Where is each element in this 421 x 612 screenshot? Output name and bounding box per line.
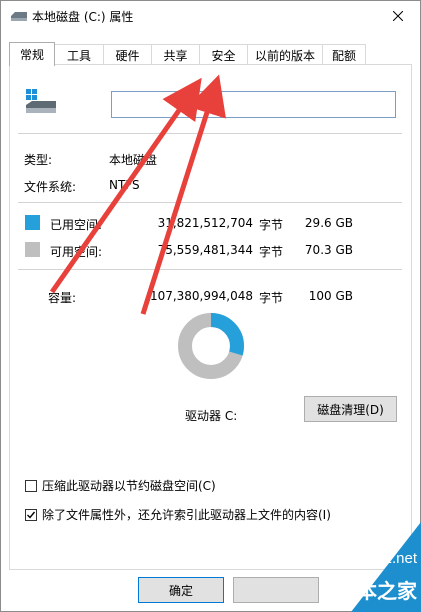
used-space-size: 29.6 GB bbox=[304, 216, 353, 230]
tab-hardware[interactable]: 硬件 bbox=[103, 44, 152, 65]
capacity-size: 100 GB bbox=[308, 289, 353, 303]
compress-checkbox[interactable] bbox=[25, 479, 37, 492]
drive-name-input[interactable] bbox=[111, 91, 396, 118]
type-label: 类型: bbox=[24, 153, 53, 167]
tab-sharing[interactable]: 共享 bbox=[151, 44, 200, 65]
title-bar[interactable]: 本地磁盘 (C:) 属性 bbox=[1, 1, 420, 31]
index-label: 除了文件属性外，还允许索引此驱动器上文件的内容(I) bbox=[42, 508, 331, 522]
tab-previous-versions[interactable]: 以前的版本 bbox=[247, 44, 323, 65]
index-option[interactable]: 除了文件属性外，还允许索引此驱动器上文件的内容(I) bbox=[25, 506, 331, 523]
free-space-size: 70.3 GB bbox=[304, 243, 353, 257]
filesystem-value: NTFS bbox=[109, 178, 140, 192]
watermark-site: jb51.net bbox=[363, 550, 417, 567]
free-space-label: 可用空间: bbox=[50, 245, 103, 259]
window-title: 本地磁盘 (C:) 属性 bbox=[32, 10, 134, 24]
used-space-swatch bbox=[25, 215, 40, 230]
compress-label: 压缩此驱动器以节约磁盘空间(C) bbox=[42, 479, 216, 493]
capacity-bytes: 107,380,994,048 bbox=[149, 289, 253, 303]
tab-strip: 常规 工具 硬件 共享 安全 以前的版本 配额 bbox=[9, 42, 409, 66]
close-button[interactable] bbox=[376, 1, 420, 31]
used-space-label: 已用空间: bbox=[50, 218, 103, 232]
capacity-label: 容量: bbox=[48, 291, 77, 305]
divider bbox=[18, 133, 402, 134]
used-space-bytes: 31,821,512,704 bbox=[157, 216, 253, 230]
local-disk-icon bbox=[26, 89, 56, 113]
cancel-button[interactable] bbox=[233, 577, 319, 603]
ok-button[interactable]: 确定 bbox=[138, 577, 224, 603]
filesystem-label: 文件系统: bbox=[24, 180, 77, 194]
checkmark-icon bbox=[27, 511, 36, 519]
compress-option[interactable]: 压缩此驱动器以节约磁盘空间(C) bbox=[25, 477, 216, 494]
tab-security[interactable]: 安全 bbox=[199, 44, 248, 65]
drive-letter-label: 驱动器 C: bbox=[185, 409, 238, 423]
tab-general[interactable]: 常规 bbox=[9, 42, 55, 66]
tab-quota[interactable]: 配额 bbox=[322, 44, 366, 65]
index-checkbox[interactable] bbox=[25, 508, 37, 521]
close-icon bbox=[393, 11, 403, 21]
properties-window: 本地磁盘 (C:) 属性 常规 工具 硬件 共享 安全 以前的版本 配额 类型:… bbox=[0, 0, 421, 612]
disk-usage-donut bbox=[178, 313, 244, 379]
divider bbox=[18, 269, 402, 270]
general-tab-panel: 类型: 本地磁盘 文件系统: NTFS 已用空间: 31,821,512,704… bbox=[9, 64, 412, 570]
type-value: 本地磁盘 bbox=[109, 153, 158, 167]
divider bbox=[18, 202, 402, 203]
free-space-bytes: 75,559,481,344 bbox=[157, 243, 253, 257]
tab-tools[interactable]: 工具 bbox=[54, 44, 104, 65]
disk-cleanup-button[interactable]: 磁盘清理(D) bbox=[304, 396, 397, 422]
watermark-name: 脚本之家 bbox=[337, 579, 417, 603]
drive-icon bbox=[11, 12, 27, 21]
free-space-swatch bbox=[25, 242, 40, 257]
